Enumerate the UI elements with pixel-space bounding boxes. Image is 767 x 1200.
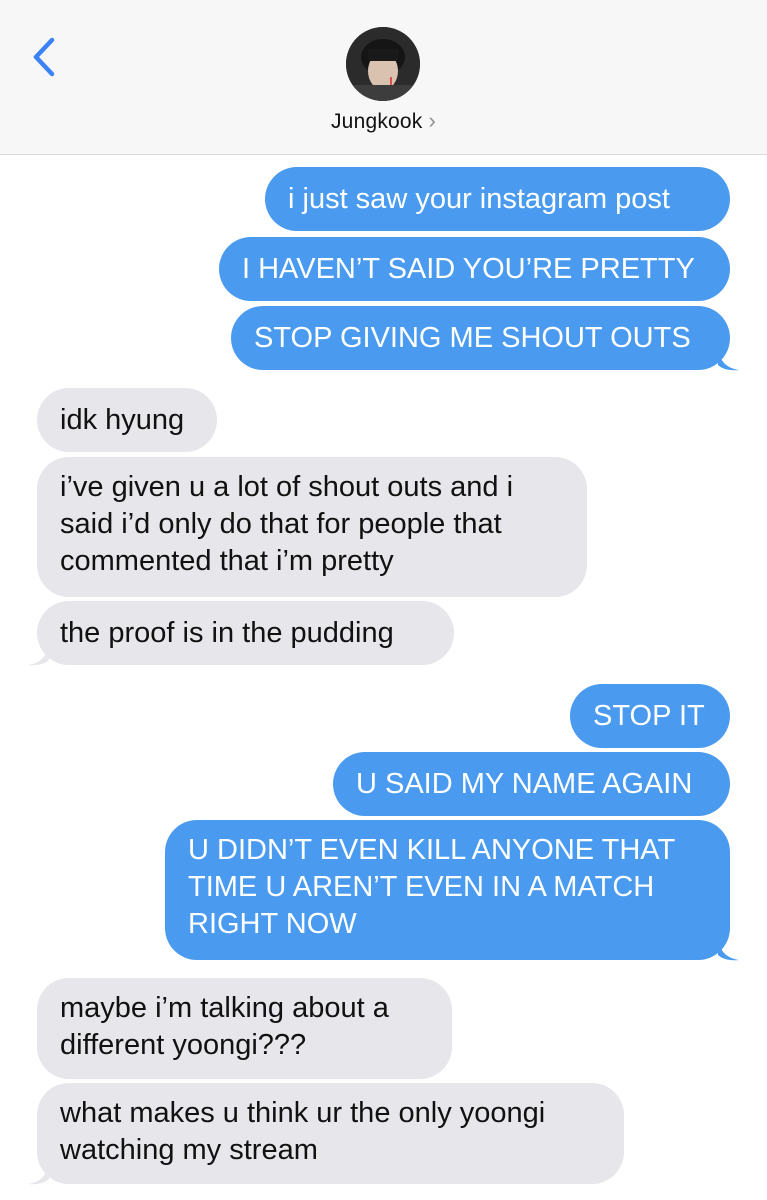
incoming-message[interactable]: what makes u think ur the only yoongi wa… (37, 1083, 624, 1184)
message-text: STOP IT (593, 699, 705, 732)
message-text: U SAID MY NAME AGAIN (356, 767, 693, 800)
message-text-line: maybe i’m talking about a (60, 992, 389, 1024)
incoming-message[interactable]: the proof is in the pudding (37, 601, 454, 665)
message-text: I HAVEN’T SAID YOU’RE PRETTY (242, 252, 695, 285)
message-text-line: i’ve given u a lot of shout outs and i (60, 471, 514, 503)
incoming-message[interactable]: maybe i’m talking about a different yoon… (37, 978, 452, 1079)
message-text: idk hyung (60, 403, 185, 436)
bubble-tail (28, 1163, 49, 1185)
message-text-line: what makes u think ur the only yoongi (60, 1097, 546, 1129)
bubble-tail (28, 644, 49, 666)
message-text-line: said i’d only do that for people that (60, 508, 502, 540)
message-text-line: commented that i’m pretty (60, 545, 394, 577)
contact-name: Jungkook (330, 110, 423, 133)
outgoing-message[interactable]: I HAVEN’T SAID YOU’RE PRETTY (219, 237, 730, 301)
message-text-line: TIME U AREN’T EVEN IN A MATCH (188, 871, 655, 903)
contact-name-button[interactable]: Jungkook › (0, 108, 767, 134)
message-text: i just saw your instagram post (288, 182, 670, 215)
outgoing-message[interactable]: U DIDN’T EVEN KILL ANYONE THAT TIME U AR… (165, 820, 730, 960)
outgoing-message[interactable]: STOP IT (570, 684, 730, 748)
incoming-message[interactable]: idk hyung (37, 388, 217, 452)
message-text: the proof is in the pudding (60, 616, 394, 649)
chevron-right-icon: › (428, 108, 437, 133)
back-button[interactable] (28, 34, 60, 80)
chevron-left-icon (33, 37, 55, 77)
outgoing-message[interactable]: U SAID MY NAME AGAIN (333, 752, 730, 816)
message-text: STOP GIVING ME SHOUT OUTS (254, 321, 691, 354)
bubble-tail (718, 349, 739, 371)
message-text-line: watching my stream (60, 1134, 318, 1166)
bubble-tail (718, 939, 739, 961)
incoming-message[interactable]: i’ve given u a lot of shout outs and i s… (37, 457, 587, 597)
message-text-line: RIGHT NOW (188, 908, 357, 940)
contact-avatar[interactable] (346, 27, 420, 101)
message-text-line: different yoongi??? (60, 1029, 307, 1061)
conversation-header: Jungkook › (0, 0, 767, 155)
message-text-line: U DIDN’T EVEN KILL ANYONE THAT (188, 834, 676, 866)
outgoing-message[interactable]: STOP GIVING ME SHOUT OUTS (231, 306, 730, 370)
outgoing-message[interactable]: i just saw your instagram post (265, 167, 730, 231)
